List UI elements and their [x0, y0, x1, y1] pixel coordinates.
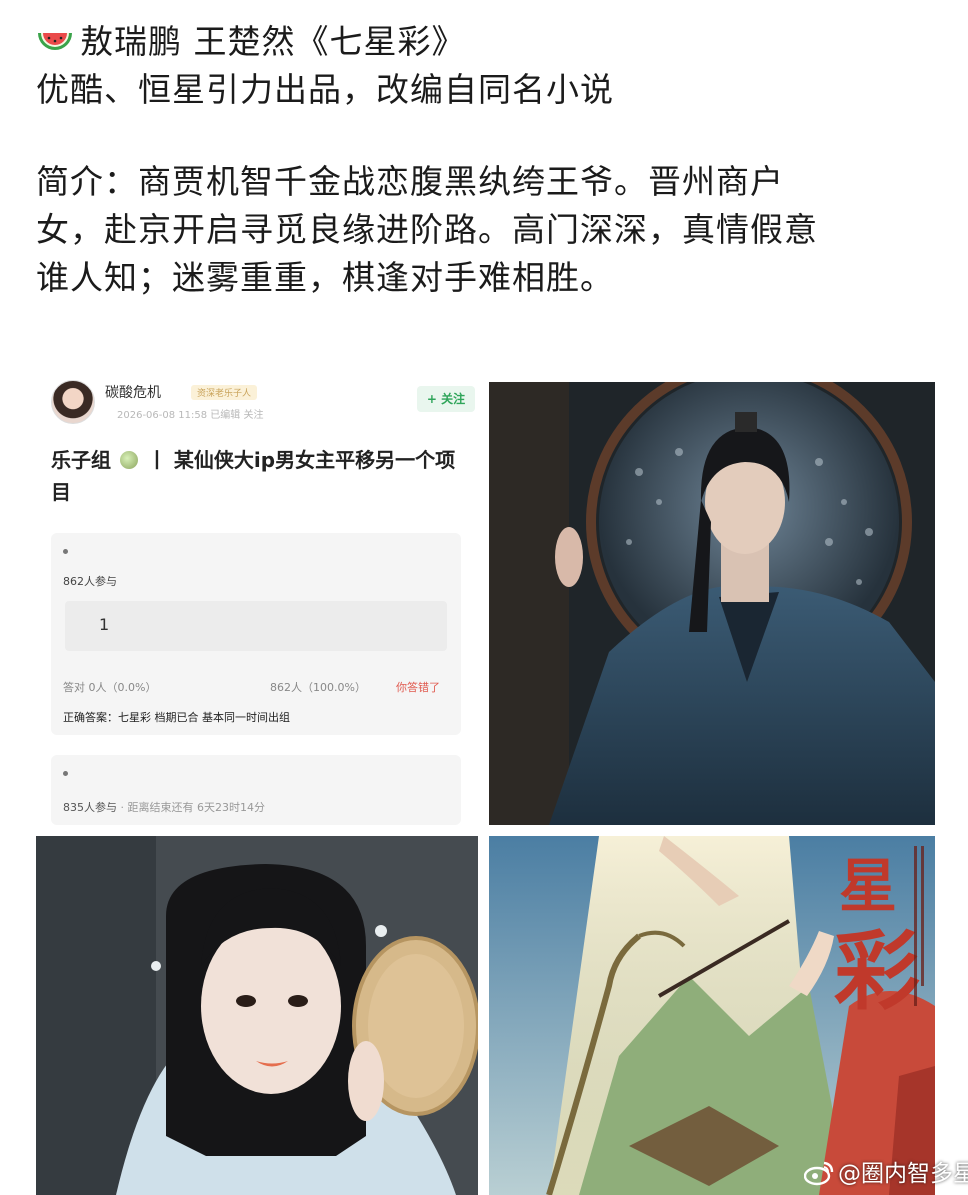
title-divider: 丨	[146, 448, 167, 472]
follow-button[interactable]: + 关注	[417, 386, 475, 412]
poll-option[interactable]: 1	[65, 601, 447, 651]
avatar[interactable]	[51, 380, 95, 424]
poll-card: 835人参与 · 距离结束还有 6天23时14分	[51, 755, 461, 825]
poster-title-char-2: 彩	[834, 921, 920, 1022]
post-text: 敖瑞鹏 王楚然《七星彩》 优酷、恒星引力出品，改编自同名小说 简介：商贾机智千金…	[36, 18, 936, 302]
group-emoji-icon	[119, 451, 138, 469]
poll-participants: 835人参与	[63, 801, 117, 814]
poll-verdict: 你答错了	[396, 681, 440, 694]
post-meta: 2026-06-08 11:58 已编辑 关注	[117, 410, 264, 421]
actor-portrait-image[interactable]	[489, 382, 935, 825]
forum-screenshot-image[interactable]: 碳酸危机 资深老乐子人 2026-06-08 11:58 已编辑 关注 + 关注…	[37, 370, 477, 830]
bullet-icon	[63, 549, 68, 554]
poll-answer: 正确答案：七星彩 档期已合 基本同一时间出组	[63, 711, 290, 724]
group-name: 乐子组	[51, 448, 111, 472]
poll-status: 835人参与 · 距离结束还有 6天23时14分	[63, 799, 265, 815]
poll-correct-stat: 答对 0人（0.0%）	[63, 681, 157, 694]
forum-username[interactable]: 碳酸危机	[105, 382, 161, 402]
forum-post-title: 乐子组 丨 某仙侠大ip男女主平移另一个项目	[51, 444, 461, 508]
poll-remaining: · 距离结束还有 6天23时14分	[120, 801, 265, 814]
credit-text: @圈内智多星	[838, 1161, 968, 1187]
poll-participants: 862人参与	[63, 575, 117, 588]
forum-post-header: 碳酸危机 资深老乐子人 2026-06-08 11:58 已编辑 关注 + 关注	[51, 380, 475, 424]
post-title: 敖瑞鹏 王楚然《七星彩》	[80, 22, 466, 61]
poll-card: 862人参与 1 答对 0人（0.0%） 862人（100.0%） 你答错了 正…	[51, 533, 461, 735]
title-main: 某仙侠大ip男女主平移另一个项目	[51, 448, 456, 504]
post-title-line: 敖瑞鹏 王楚然《七星彩》	[36, 18, 936, 66]
weibo-icon	[804, 1160, 834, 1186]
post-intro-line-2: 女，赴京开启寻觅良缘进阶路。高门深深，真情假意	[36, 210, 818, 249]
user-badge: 资深老乐子人	[191, 385, 258, 400]
watermelon-icon	[36, 27, 74, 57]
post-producer: 优酷、恒星引力出品，改编自同名小说	[36, 70, 614, 109]
bullet-icon	[63, 771, 68, 776]
poster-title-char-1: 星	[839, 852, 897, 920]
post-intro-line-1: 简介：商贾机智千金战恋腹黑纨绔王爷。晋州商户	[36, 162, 784, 201]
actress-portrait-image[interactable]	[36, 836, 478, 1195]
poll-wrong-stat: 862人（100.0%）	[270, 681, 366, 694]
poster-artwork-image[interactable]: 星 彩	[489, 836, 935, 1195]
post-intro-line-3: 谁人知；迷雾重重，棋逢对手难相胜。	[36, 258, 614, 297]
poll-option-label: 1	[99, 615, 110, 634]
weibo-credit: @圈内智多星	[804, 1154, 968, 1188]
